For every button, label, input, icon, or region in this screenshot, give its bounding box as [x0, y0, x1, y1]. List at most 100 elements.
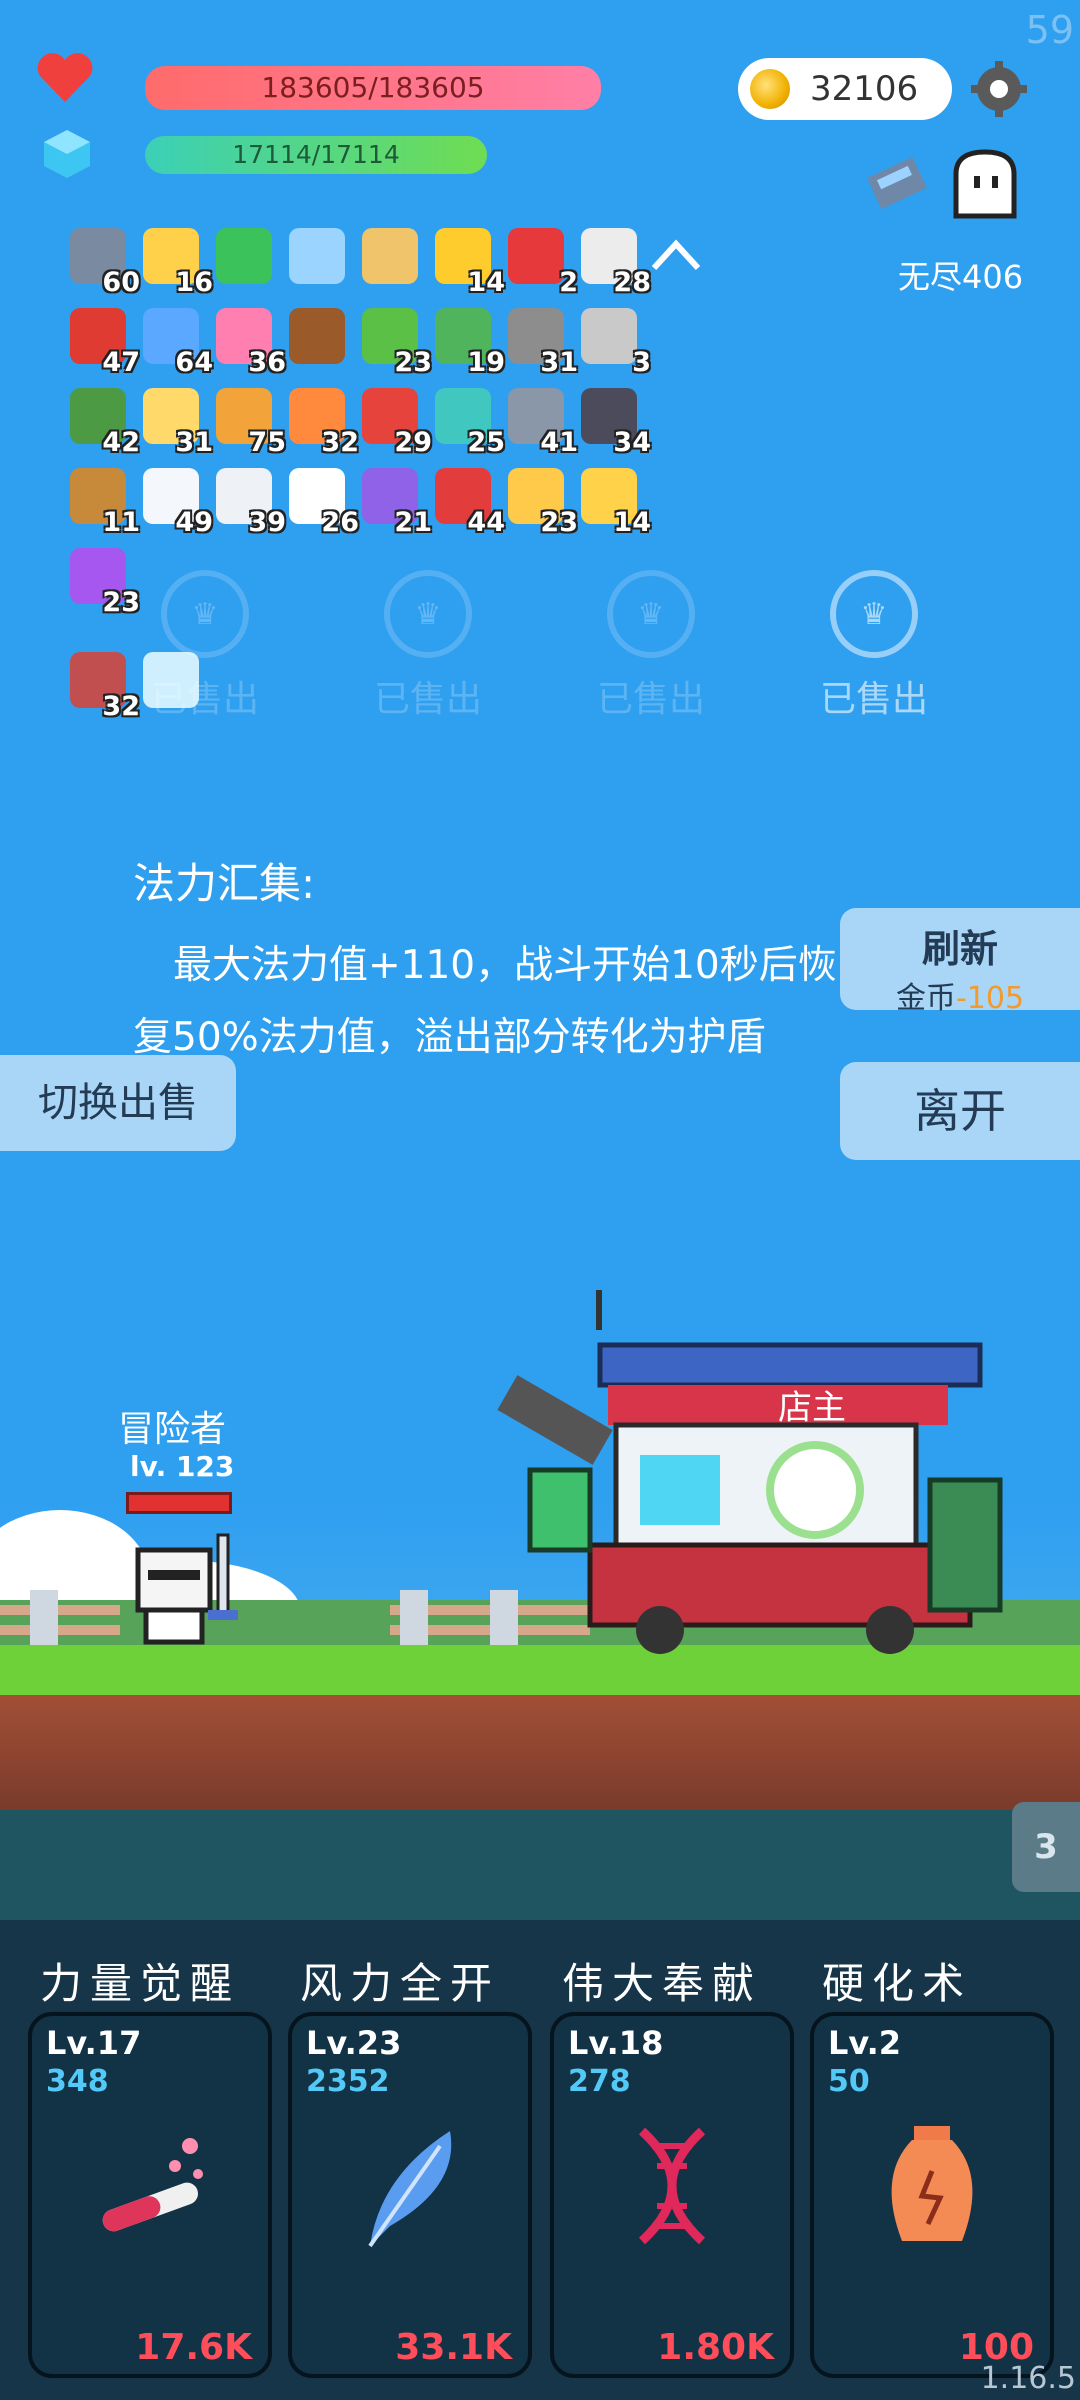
skill-value: 278	[568, 2064, 631, 2099]
skill-card-great-devotion[interactable]: Lv.18 278 1.80K	[550, 2012, 794, 2378]
item-slot[interactable]: 32	[285, 384, 359, 458]
item-slot[interactable]: 19	[431, 304, 505, 378]
scroll-icon	[362, 228, 418, 284]
gear-icon[interactable]	[970, 60, 1028, 118]
item-count: 11	[102, 507, 140, 538]
item-slot[interactable]: 34	[577, 384, 651, 458]
ghost-companion-icon[interactable]	[946, 146, 1024, 224]
skill-cost: 1.80K	[657, 2327, 774, 2368]
test-tube-icon	[102, 2138, 203, 2232]
mana-bar: 17114/17114	[145, 136, 487, 174]
item-slot[interactable]: 11	[66, 464, 140, 538]
item-count: 23	[394, 347, 432, 378]
item-slot[interactable]	[212, 224, 282, 294]
gold-display: 32106	[738, 58, 952, 120]
sold-label: 已售出	[373, 679, 482, 720]
crown-icon: ♛	[860, 596, 888, 632]
shop-slot-1: ♛ 已售出	[130, 570, 280, 722]
item-slot[interactable]: 39	[212, 464, 286, 538]
item-count: 60	[102, 267, 140, 298]
item-slot[interactable]: 42	[66, 384, 140, 458]
vase-icon	[891, 2126, 973, 2241]
item-count: 31	[540, 347, 578, 378]
leave-button[interactable]: 离开	[840, 1062, 1080, 1160]
wave-counter-tab[interactable]: 3	[1012, 1802, 1080, 1892]
refresh-button[interactable]: 刷新 金币-105	[840, 908, 1080, 1016]
endless-level-label: 无尽406	[898, 258, 1024, 296]
item-count: 2	[559, 267, 578, 298]
shop-slot-3: ♛ 已售出	[576, 570, 726, 722]
item-description-title: 法力汇集:	[133, 859, 316, 908]
item-slot[interactable]: 3	[577, 304, 651, 378]
skill-card-wind-full[interactable]: Lv.23 2352 33.1K	[288, 2012, 532, 2378]
item-slot[interactable]	[285, 224, 355, 294]
item-slot[interactable]: 23	[504, 464, 578, 538]
skill-level: Lv.18	[568, 2024, 664, 2062]
item-slot[interactable]: 49	[139, 464, 213, 538]
item-slot[interactable]: 44	[431, 464, 505, 538]
skill-card-power-awaken[interactable]: Lv.17 348 17.6K	[28, 2012, 272, 2378]
compass-icon	[581, 308, 637, 364]
item-count: 31	[175, 427, 213, 458]
skill-value: 50	[828, 2064, 870, 2099]
item-slot[interactable]: 14	[431, 224, 505, 298]
switch-sell-button[interactable]: 切换出售	[0, 1055, 236, 1151]
refresh-price: -105	[955, 981, 1025, 1016]
item-slot[interactable]: 29	[358, 384, 432, 458]
item-slot[interactable]: 2	[504, 224, 578, 298]
green-card-icon	[216, 228, 272, 284]
item-count: 16	[175, 267, 213, 298]
crown-icon: ♛	[414, 596, 442, 632]
skill-cost: 17.6K	[135, 2327, 252, 2368]
item-slot[interactable]: 14	[577, 464, 651, 538]
item-slot[interactable]: 16	[139, 224, 213, 298]
shop-slot-4[interactable]: ♛ 已售出	[799, 570, 949, 722]
player-name: 冒险者	[118, 1409, 227, 1450]
skill-name-4: 硬化术	[822, 1959, 973, 2008]
item-slot[interactable]: 26	[285, 464, 359, 538]
gold-amount: 32106	[810, 69, 919, 109]
item-slot[interactable]: 25	[431, 384, 505, 458]
percent-tag-icon	[508, 228, 564, 284]
magnifier-icon	[289, 228, 345, 284]
item-slot[interactable]: 47	[66, 304, 140, 378]
skill-level: Lv.2	[828, 2024, 902, 2062]
item-slot[interactable]: 28	[577, 224, 651, 298]
item-count: 14	[613, 507, 651, 538]
dirt-ground	[0, 1695, 1080, 1810]
skill-name-1: 力量觉醒	[40, 1959, 241, 2008]
item-slot[interactable]: 41	[504, 384, 578, 458]
item-count: 14	[467, 267, 505, 298]
fps-counter: 59	[1025, 8, 1074, 52]
item-slot[interactable]: 23	[358, 304, 432, 378]
sold-label: 已售出	[150, 679, 259, 720]
skill-cost: 33.1K	[395, 2327, 512, 2368]
item-slot[interactable]: 23	[66, 544, 140, 618]
item-count: 75	[248, 427, 286, 458]
treasure-chest-icon	[289, 308, 345, 364]
item-count: 29	[394, 427, 432, 458]
item-count: 23	[540, 507, 578, 538]
item-slot[interactable]	[358, 224, 428, 294]
item-slot[interactable]: 32	[66, 648, 140, 722]
item-count: 3	[632, 347, 651, 378]
item-slot[interactable]: 75	[212, 384, 286, 458]
endless-mode-icon[interactable]	[862, 146, 942, 226]
skill-level: Lv.17	[46, 2024, 142, 2062]
item-slot[interactable]: 64	[139, 304, 213, 378]
item-slot[interactable]: 60	[66, 224, 140, 298]
item-slot[interactable]: 31	[139, 384, 213, 458]
merchant-cart[interactable]	[490, 1280, 1050, 1660]
item-slot[interactable]: 21	[358, 464, 432, 538]
collapse-chevron-icon[interactable]	[650, 238, 702, 272]
item-slot[interactable]: 36	[212, 304, 286, 378]
skill-card-hardening[interactable]: Lv.2 50 100	[810, 2012, 1054, 2378]
item-count: 47	[102, 347, 140, 378]
heart-icon	[37, 53, 93, 102]
item-slot[interactable]	[285, 304, 355, 374]
knight-player-icon[interactable]	[128, 1530, 248, 1650]
item-slot[interactable]: 31	[504, 304, 578, 378]
item-description-body: 最大法力值+110，战斗开始10秒后恢复50%法力值，溢出部分转化为护盾	[133, 943, 837, 1060]
item-count: 21	[394, 507, 432, 538]
skill-name-2: 风力全开	[300, 1959, 501, 2008]
